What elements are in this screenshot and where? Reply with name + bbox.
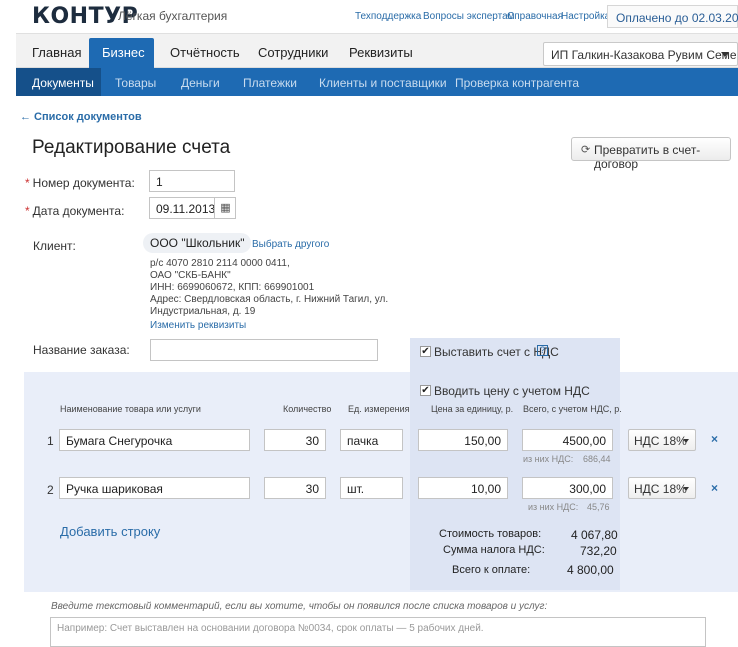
goods-total-value: 4 067,80 bbox=[571, 528, 618, 542]
item-price-input[interactable]: 150,00 bbox=[418, 429, 508, 451]
subnav-money[interactable]: Деньги bbox=[181, 76, 220, 90]
subnav-clients[interactable]: Клиенты и поставщики bbox=[319, 76, 447, 90]
chevron-down-icon bbox=[683, 487, 689, 491]
vat-total-value: 732,20 bbox=[580, 544, 617, 558]
price-incl-vat-label: Вводить цену с учетом НДС bbox=[434, 384, 590, 398]
refresh-icon: ⟳ bbox=[581, 144, 591, 156]
nav-home[interactable]: Главная bbox=[32, 45, 81, 60]
item-unit-input[interactable]: шт. bbox=[340, 477, 403, 499]
nav-reporting[interactable]: Отчётность bbox=[170, 45, 240, 60]
item-qty-input[interactable]: 30 bbox=[264, 429, 326, 451]
chevron-down-icon bbox=[683, 439, 689, 443]
order-name-label: Название заказа: bbox=[33, 343, 130, 357]
vat-note-label: из них НДС: bbox=[528, 502, 579, 512]
doc-number-input[interactable]: 1 bbox=[149, 170, 235, 192]
subnav-check-counterparty[interactable]: Проверка контрагента bbox=[455, 76, 579, 90]
col-unit-header: Ед. измерения bbox=[348, 404, 410, 414]
col-name-header: Наименование товара или услуги bbox=[60, 404, 201, 414]
product-tagline: Лёгкая бухгалтерия bbox=[118, 9, 228, 23]
comment-label: Введите текстовый комментарий, если вы х… bbox=[51, 601, 548, 612]
calendar-icon[interactable]: ▦ bbox=[214, 197, 236, 219]
col-total-header: Всего, с учетом НДС, р. bbox=[523, 404, 622, 414]
grand-total-value: 4 800,00 bbox=[567, 563, 614, 577]
goods-total-label: Стоимость товаров: bbox=[439, 528, 542, 540]
vat-rate-select[interactable]: НДС 18% bbox=[628, 477, 696, 499]
col-price-header: Цена за единицу, р. bbox=[431, 404, 514, 414]
choose-other-client-link[interactable]: Выбрать другого bbox=[252, 239, 329, 250]
organization-name: ИП Галкин-Казакова Рувим Семен... bbox=[551, 48, 738, 62]
doc-date-label: * Дата документа: bbox=[25, 204, 125, 218]
grand-total-label: Всего к оплате: bbox=[452, 564, 531, 576]
vat-rate-select[interactable]: НДС 18% bbox=[628, 429, 696, 451]
row-number: 1 bbox=[47, 434, 54, 448]
convert-button-label: Превратить в счет-договор bbox=[594, 143, 701, 171]
delete-row-icon[interactable]: × bbox=[711, 432, 718, 446]
edit-requisites-link[interactable]: Изменить реквизиты bbox=[150, 320, 246, 331]
item-total-input[interactable]: 300,00 bbox=[522, 477, 613, 499]
comment-textarea[interactable]: Например: Счет выставлен на основании до… bbox=[50, 617, 706, 647]
reference-link[interactable]: Справочная bbox=[507, 11, 563, 22]
client-label: Клиент: bbox=[33, 239, 76, 253]
convert-to-contract-button[interactable]: ⟳ Превратить в счет-договор bbox=[571, 137, 731, 171]
client-name[interactable]: ООО "Школьник" bbox=[143, 233, 252, 253]
add-row-link[interactable]: Добавить строку bbox=[60, 524, 160, 539]
experts-link[interactable]: Вопросы экспертам bbox=[423, 11, 515, 22]
item-qty-input[interactable]: 30 bbox=[264, 477, 326, 499]
delete-row-icon[interactable]: × bbox=[711, 481, 718, 495]
back-to-documents-link[interactable]: ← Список документов bbox=[20, 111, 142, 123]
client-details: р/с 4070 2810 2114 0000 0411, ОАО "СКБ-Б… bbox=[150, 258, 389, 317]
subscription-status[interactable]: Оплачено до 02.03.2014 bbox=[607, 5, 738, 28]
item-name-input[interactable]: Ручка шариковая bbox=[59, 477, 250, 499]
vat-amount: 686,44 bbox=[583, 454, 611, 464]
item-unit-input[interactable]: пачка bbox=[340, 429, 403, 451]
settings-link[interactable]: Настройка bbox=[561, 11, 610, 22]
page-title: Редактирование счета bbox=[32, 137, 231, 158]
with-vat-checkbox[interactable]: ✔ bbox=[420, 346, 431, 357]
subnav-payments[interactable]: Платежки bbox=[243, 76, 297, 90]
vat-amount: 45,76 bbox=[587, 502, 610, 512]
item-price-input[interactable]: 10,00 bbox=[418, 477, 508, 499]
support-link[interactable]: Техподдержка bbox=[355, 11, 421, 22]
col-qty-header: Количество bbox=[283, 404, 332, 414]
organization-select[interactable]: ИП Галкин-Казакова Рувим Семен... bbox=[543, 42, 738, 66]
item-total-input[interactable]: 4500,00 bbox=[522, 429, 613, 451]
item-name-input[interactable]: Бумага Снегурочка bbox=[59, 429, 250, 451]
row-number: 2 bbox=[47, 483, 54, 497]
vat-note-label: из них НДС: bbox=[523, 454, 574, 464]
nav-business[interactable]: Бизнес bbox=[89, 38, 154, 69]
nav-requisites[interactable]: Реквизиты bbox=[349, 45, 413, 60]
order-name-input[interactable] bbox=[150, 339, 378, 361]
subnav-goods[interactable]: Товары bbox=[115, 76, 156, 90]
vat-total-label: Сумма налога НДС: bbox=[443, 544, 545, 556]
subnav-documents[interactable]: Документы bbox=[32, 76, 94, 90]
price-incl-vat-checkbox[interactable]: ✔ bbox=[420, 385, 431, 396]
nav-employees[interactable]: Сотрудники bbox=[258, 45, 328, 60]
doc-number-label: * Номер документа: bbox=[25, 176, 135, 190]
help-icon[interactable]: ? bbox=[537, 345, 548, 356]
chevron-down-icon bbox=[721, 52, 729, 57]
